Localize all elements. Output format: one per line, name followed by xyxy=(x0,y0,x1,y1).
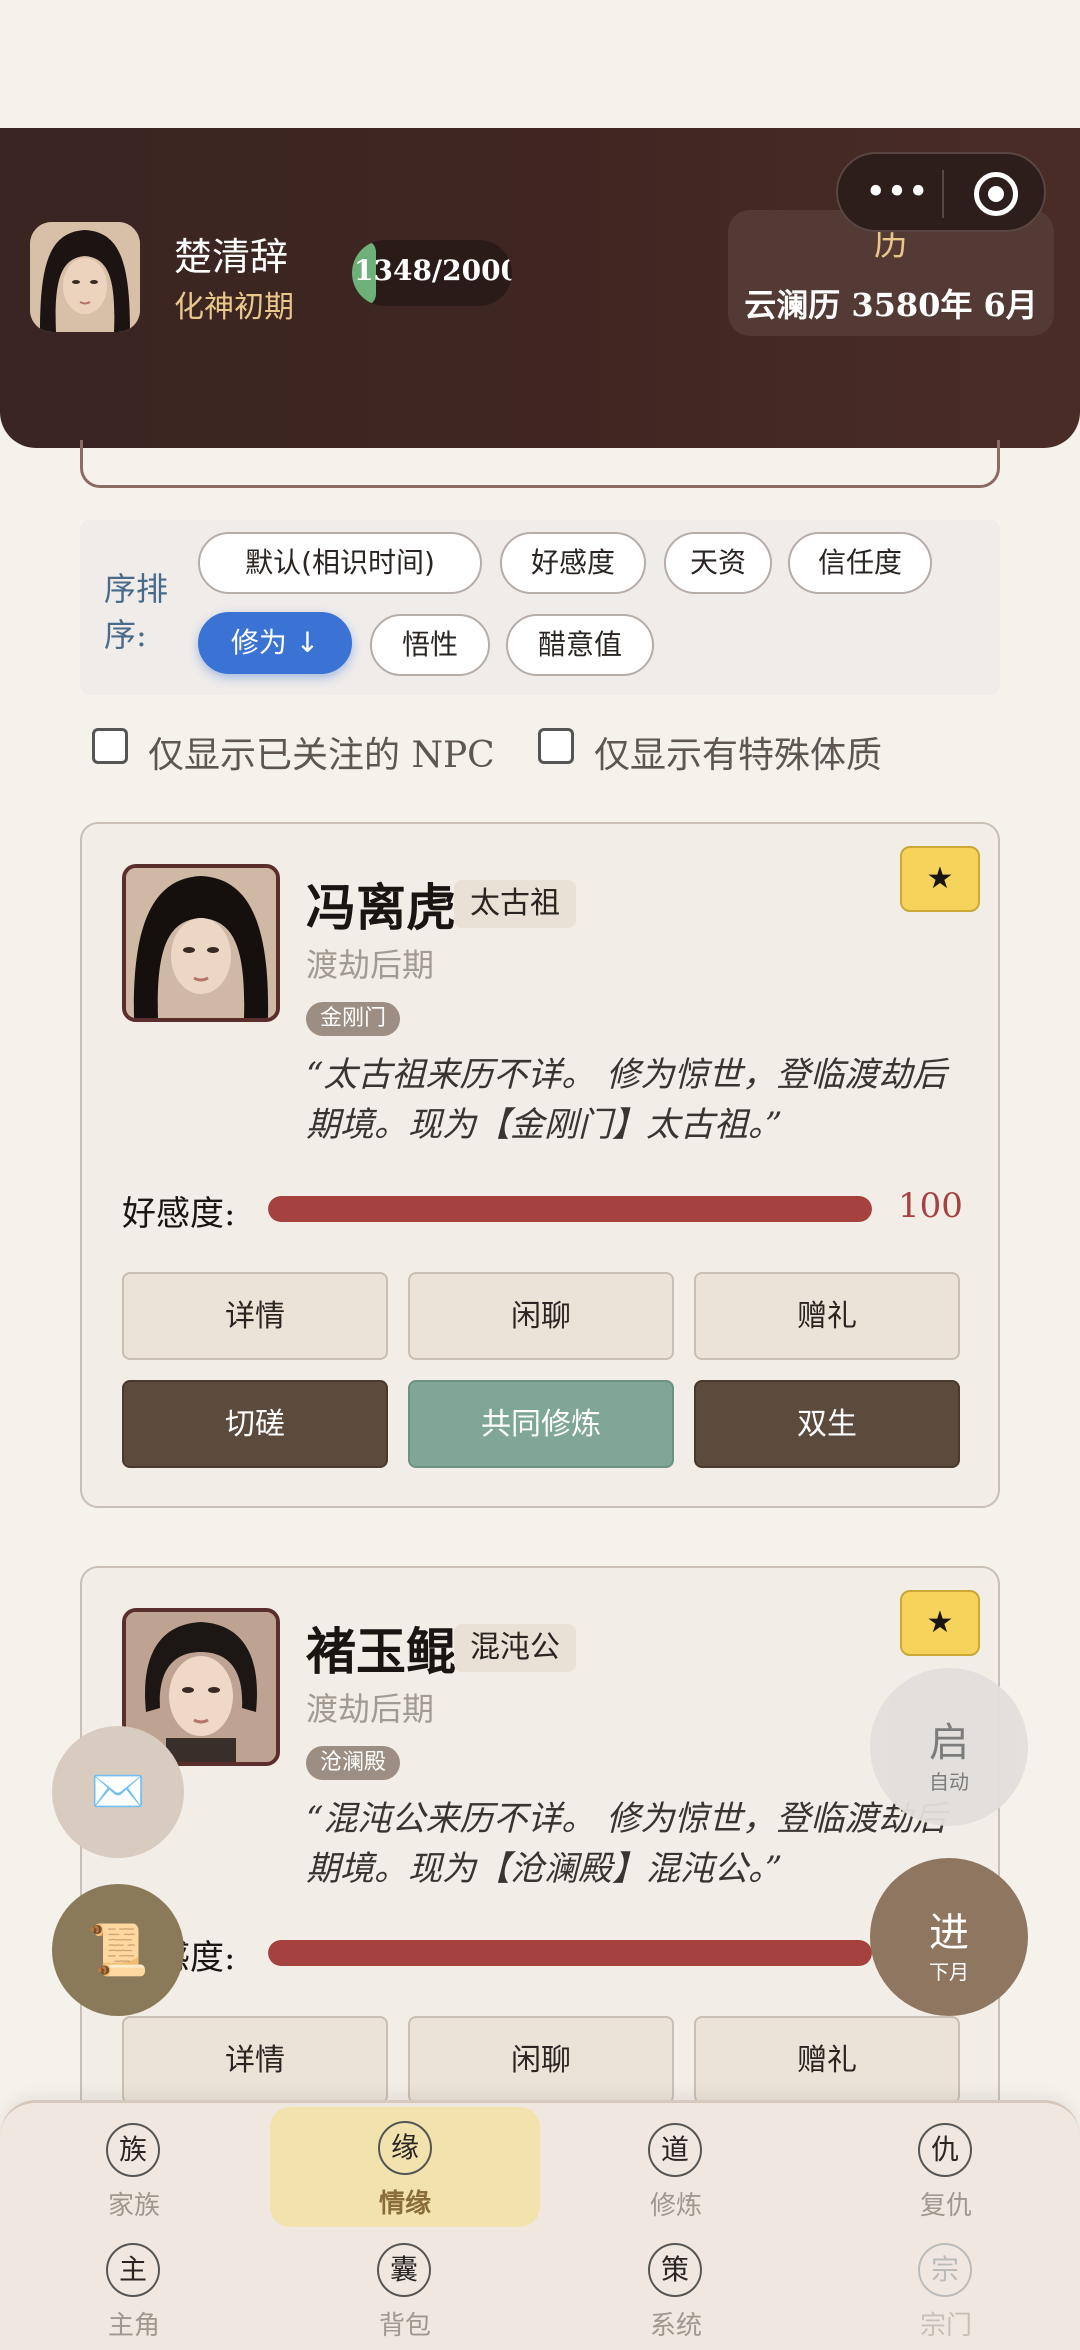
bag-icon: 囊 xyxy=(377,2243,431,2297)
gift-button[interactable]: 赠礼 xyxy=(694,2016,960,2104)
nav-label: 宗门 xyxy=(919,2311,972,2341)
nav-label: 主角 xyxy=(107,2311,160,2341)
sort-talent-button[interactable]: 天资 xyxy=(664,532,772,594)
sort-jealousy-button[interactable]: 醋意值 xyxy=(506,614,654,676)
npc-card: 褚玉鲲 混沌公 渡劫后期 沧澜殿 “混沌公来历不详。 修为惊世，登临渡劫后期境。… xyxy=(80,1566,1000,2186)
sect-icon: 宗 xyxy=(918,2243,972,2297)
nav-bag[interactable]: 囊 背包 xyxy=(315,2231,495,2341)
capsule-divider xyxy=(942,170,944,218)
npc-title-badge: 太古祖 xyxy=(454,880,576,928)
cultivate-icon: 道 xyxy=(648,2123,702,2177)
npc-realm: 渡劫后期 xyxy=(306,1690,435,1728)
chat-button[interactable]: 闲聊 xyxy=(408,2016,674,2104)
player-name: 楚清辞 xyxy=(174,235,289,279)
nav-label: 复仇 xyxy=(919,2191,972,2221)
next-month-button[interactable]: 进 下月 xyxy=(870,1858,1028,2016)
detail-button[interactable]: 详情 xyxy=(122,1272,388,1360)
mini-program-capsule: ••• xyxy=(836,152,1046,232)
npc-description: “太古祖来历不详。 修为惊世，登临渡劫后期境。现为【金刚门】太古祖。” xyxy=(306,1055,947,1145)
exp-progress-text: 1348/20000 xyxy=(354,254,512,287)
detail-button[interactable]: 详情 xyxy=(122,2016,388,2104)
revenge-icon: 仇 xyxy=(918,2123,972,2177)
favor-label: 好感度: xyxy=(122,1194,236,1234)
bottom-nav: 族 家族 缘 情缘 道 修炼 仇 复仇 主 主角 囊 背包 策 系统 宗 宗门 xyxy=(0,2100,1080,2350)
calendar-date: 云澜历 3580年 6月 xyxy=(744,286,1038,324)
nav-family[interactable]: 族 家族 xyxy=(44,2111,224,2221)
special-label: 仅显示有特殊体质 xyxy=(594,735,883,776)
auto-button-sublabel: 自动 xyxy=(929,1770,969,1794)
npc-realm: 渡劫后期 xyxy=(306,946,435,984)
romance-icon: 缘 xyxy=(378,2121,432,2175)
followed-label: 仅显示已关注的 NPC xyxy=(148,735,495,776)
favor-bar xyxy=(268,1940,872,1966)
npc-name: 冯离虎 xyxy=(306,878,456,937)
npc-name: 褚玉鲲 xyxy=(306,1622,456,1681)
next-month-sublabel: 下月 xyxy=(929,1960,969,1984)
npc-sect-badge: 沧澜殿 xyxy=(306,1746,401,1780)
favor-value: 100 xyxy=(898,1186,963,1226)
npc-portrait[interactable] xyxy=(122,864,280,1022)
nav-revenge[interactable]: 仇 复仇 xyxy=(856,2111,1036,2221)
favor-bar xyxy=(268,1196,872,1222)
family-icon: 族 xyxy=(106,2123,160,2177)
nav-sect[interactable]: 宗 宗门 xyxy=(856,2231,1036,2341)
followed-checkbox[interactable] xyxy=(92,728,128,764)
exp-progress-bar: 1348/20000 xyxy=(352,240,512,306)
npc-title-badge: 混沌公 xyxy=(454,1624,576,1672)
sort-default-button[interactable]: 默认(相识时间) xyxy=(198,532,482,594)
nav-label: 系统 xyxy=(649,2311,702,2341)
gift-button[interactable]: 赠礼 xyxy=(694,1272,960,1360)
npc-card: 冯离虎 太古祖 渡劫后期 金刚门 “太古祖来历不详。 修为惊世，登临渡劫后期境。… xyxy=(80,822,1000,1508)
sort-insight-button[interactable]: 悟性 xyxy=(370,614,490,676)
more-icon[interactable]: ••• xyxy=(862,168,932,218)
next-month-label: 进 xyxy=(929,1910,969,1956)
sort-panel: 序排序: 默认(相识时间) 好感度 天资 信任度 修为 ↓ 悟性 醋意值 xyxy=(80,520,1000,695)
sort-trust-button[interactable]: 信任度 xyxy=(788,532,932,594)
nav-protagonist[interactable]: 主 主角 xyxy=(44,2231,224,2341)
player-realm: 化神初期 xyxy=(174,290,294,325)
protagonist-icon: 主 xyxy=(106,2243,160,2297)
nav-cultivate[interactable]: 道 修炼 xyxy=(586,2111,766,2221)
sort-label: 序排序: xyxy=(104,570,169,654)
nav-label: 家族 xyxy=(107,2191,160,2221)
auto-button-label: 启 xyxy=(929,1720,969,1766)
follow-star-button[interactable]: ★ xyxy=(900,1590,980,1656)
nav-label: 情缘 xyxy=(378,2189,431,2219)
nav-label: 修炼 xyxy=(649,2191,702,2221)
hidden-tab-strip xyxy=(80,440,1000,488)
nav-romance[interactable]: 缘 情缘 xyxy=(270,2107,540,2227)
npc-sect-badge: 金刚门 xyxy=(306,1002,401,1036)
sort-favor-button[interactable]: 好感度 xyxy=(500,532,646,594)
spar-button[interactable]: 切磋 xyxy=(122,1380,388,1468)
scroll-button[interactable]: 📜 xyxy=(52,1884,184,2016)
player-avatar[interactable] xyxy=(30,222,140,332)
nav-system[interactable]: 策 系统 xyxy=(586,2231,766,2341)
follow-star-button[interactable]: ★ xyxy=(900,846,980,912)
close-target-icon[interactable] xyxy=(974,172,1018,216)
dual-life-button[interactable]: 双生 xyxy=(694,1380,960,1468)
mail-button[interactable]: ✉️ xyxy=(52,1726,184,1858)
scroll-icon: 📜 xyxy=(86,1921,150,1979)
auto-button[interactable]: 启 自动 xyxy=(870,1668,1028,1826)
chat-button[interactable]: 闲聊 xyxy=(408,1272,674,1360)
npc-description: “混沌公来历不详。 修为惊世，登临渡劫后期境。现为【沧澜殿】混沌公。” xyxy=(306,1799,947,1889)
nav-label: 背包 xyxy=(378,2311,431,2341)
favor-bar-fill xyxy=(268,1940,872,1966)
mail-icon: ✉️ xyxy=(90,1766,146,1817)
favor-bar-fill xyxy=(268,1196,872,1222)
sort-cultivation-button[interactable]: 修为 ↓ xyxy=(198,612,352,674)
co-cultivate-button[interactable]: 共同修炼 xyxy=(408,1380,674,1468)
system-icon: 策 xyxy=(648,2243,702,2297)
special-checkbox[interactable] xyxy=(538,728,574,764)
